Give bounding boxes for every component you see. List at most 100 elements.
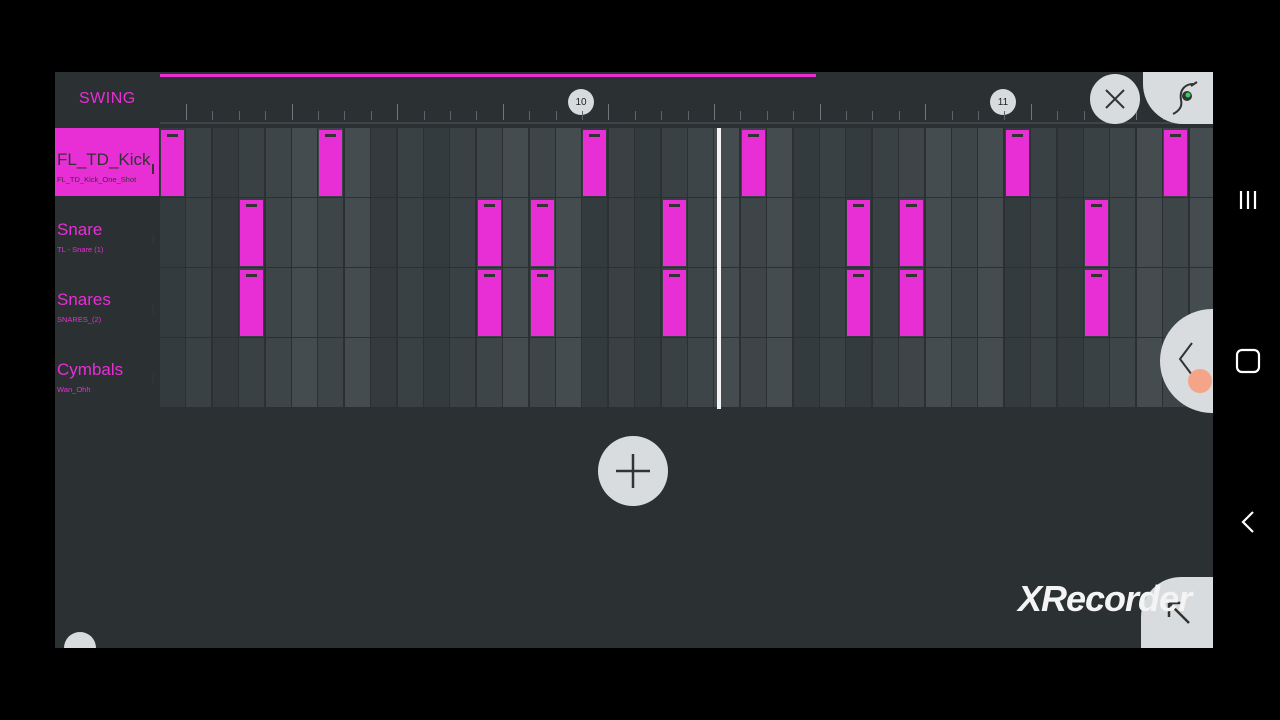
- step-button[interactable]: [925, 198, 952, 267]
- step-button[interactable]: [397, 198, 424, 267]
- step-button[interactable]: [740, 268, 767, 337]
- step-button[interactable]: [872, 268, 899, 337]
- step-button[interactable]: [424, 128, 450, 197]
- step-button[interactable]: [608, 198, 635, 267]
- step-button[interactable]: [925, 338, 952, 407]
- step-button[interactable]: [1057, 268, 1084, 337]
- step-button[interactable]: [212, 128, 239, 197]
- step-button[interactable]: [952, 128, 978, 197]
- step-button[interactable]: [899, 338, 926, 407]
- step-button[interactable]: [635, 268, 662, 337]
- step-button[interactable]: [793, 128, 820, 197]
- step-button[interactable]: [476, 198, 503, 267]
- step-button[interactable]: [767, 128, 794, 197]
- step-button[interactable]: [608, 338, 635, 407]
- step-button[interactable]: [503, 128, 530, 197]
- step-button[interactable]: [872, 198, 899, 267]
- step-button[interactable]: [265, 128, 292, 197]
- channel-volume-handle[interactable]: [152, 304, 154, 314]
- step-button[interactable]: [371, 268, 398, 337]
- step-button[interactable]: [1084, 268, 1110, 337]
- bar-marker-11[interactable]: 11: [990, 89, 1016, 115]
- step-button[interactable]: [952, 338, 978, 407]
- step-button[interactable]: [503, 198, 530, 267]
- step-button[interactable]: [767, 338, 794, 407]
- step-button[interactable]: [688, 268, 714, 337]
- step-button[interactable]: [529, 338, 556, 407]
- step-button[interactable]: [635, 338, 662, 407]
- step-button[interactable]: [1189, 198, 1213, 267]
- step-button[interactable]: [318, 198, 345, 267]
- step-button[interactable]: [1057, 338, 1084, 407]
- step-button[interactable]: [186, 338, 213, 407]
- step-button[interactable]: [556, 128, 582, 197]
- step-button[interactable]: [529, 198, 556, 267]
- step-button[interactable]: [212, 198, 239, 267]
- step-button[interactable]: [450, 268, 477, 337]
- channel-volume-handle[interactable]: [152, 374, 154, 384]
- step-button[interactable]: [1084, 198, 1110, 267]
- step-button[interactable]: [1004, 268, 1031, 337]
- step-button[interactable]: [265, 338, 292, 407]
- step-button[interactable]: [582, 128, 609, 197]
- step-button[interactable]: [820, 198, 846, 267]
- step-button[interactable]: [371, 128, 398, 197]
- channel-label[interactable]: FL_TD_Kick FL_TD_Kick_One_Shot: [55, 128, 159, 196]
- playhead[interactable]: [716, 128, 721, 409]
- step-button[interactable]: [529, 128, 556, 197]
- channel-volume-handle[interactable]: [152, 164, 154, 174]
- bar-marker-10[interactable]: 10: [568, 89, 594, 115]
- step-button[interactable]: [1084, 128, 1110, 197]
- step-button[interactable]: [740, 338, 767, 407]
- step-button[interactable]: [1136, 338, 1163, 407]
- step-button[interactable]: [899, 128, 926, 197]
- step-button[interactable]: [846, 128, 873, 197]
- swing-label[interactable]: SWING: [79, 90, 136, 108]
- small-knob[interactable]: [64, 632, 96, 648]
- step-button[interactable]: [767, 268, 794, 337]
- step-button[interactable]: [1057, 198, 1084, 267]
- step-button[interactable]: [292, 338, 318, 407]
- step-button[interactable]: [186, 128, 213, 197]
- step-button[interactable]: [318, 268, 345, 337]
- step-button[interactable]: [1136, 198, 1163, 267]
- step-button[interactable]: [450, 338, 477, 407]
- step-button[interactable]: [160, 128, 186, 197]
- step-button[interactable]: [160, 198, 186, 267]
- step-button[interactable]: [265, 268, 292, 337]
- step-button[interactable]: [239, 128, 266, 197]
- step-button[interactable]: [371, 338, 398, 407]
- step-button[interactable]: [529, 268, 556, 337]
- step-button[interactable]: [397, 128, 424, 197]
- step-button[interactable]: [265, 198, 292, 267]
- step-button[interactable]: [978, 268, 1005, 337]
- step-button[interactable]: [344, 268, 371, 337]
- step-button[interactable]: [239, 198, 266, 267]
- close-button[interactable]: [1090, 74, 1140, 124]
- step-button[interactable]: [1031, 128, 1058, 197]
- recent-apps-button[interactable]: [1228, 180, 1268, 220]
- step-button[interactable]: [793, 268, 820, 337]
- step-button[interactable]: [1163, 128, 1190, 197]
- step-button[interactable]: [292, 128, 318, 197]
- channel-label[interactable]: Snares SNARES_(2): [55, 268, 159, 336]
- step-button[interactable]: [978, 128, 1005, 197]
- step-button[interactable]: [582, 198, 609, 267]
- step-button[interactable]: [793, 198, 820, 267]
- step-button[interactable]: [1163, 198, 1190, 267]
- step-button[interactable]: [1110, 338, 1137, 407]
- step-button[interactable]: [661, 198, 688, 267]
- step-button[interactable]: [978, 338, 1005, 407]
- step-button[interactable]: [212, 268, 239, 337]
- step-button[interactable]: [846, 268, 873, 337]
- step-button[interactable]: [344, 198, 371, 267]
- add-channel-button[interactable]: [598, 436, 668, 506]
- step-button[interactable]: [661, 338, 688, 407]
- step-button[interactable]: [450, 128, 477, 197]
- step-button[interactable]: [397, 268, 424, 337]
- step-button[interactable]: [582, 338, 609, 407]
- channel-label[interactable]: Snare TL - Snare (1): [55, 198, 159, 266]
- step-button[interactable]: [1110, 268, 1137, 337]
- step-button[interactable]: [344, 128, 371, 197]
- step-button[interactable]: [1031, 338, 1058, 407]
